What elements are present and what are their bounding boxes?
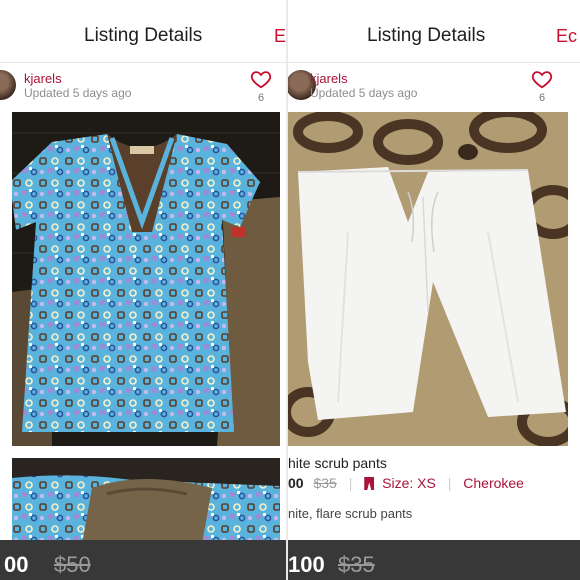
- nav-bar: Listing Details Ec: [288, 10, 580, 63]
- listing-description: nite, flare scrub pants: [288, 506, 413, 521]
- original-price: $50: [54, 552, 91, 577]
- brand-link[interactable]: Cherokee: [463, 475, 524, 491]
- size-label[interactable]: Size: XS: [382, 475, 436, 491]
- updated-time: Updated 5 days ago: [24, 86, 132, 100]
- listing-photo-main[interactable]: [12, 112, 280, 446]
- price-bar: 00 $50: [0, 540, 286, 580]
- listing-price: 00: [288, 475, 304, 491]
- listing-price-row: 00 $35 | Size: XS | Cherokee: [288, 475, 524, 491]
- listing-photo-thumbnail[interactable]: [12, 458, 280, 544]
- separator: |: [348, 475, 353, 491]
- seller-username[interactable]: kjarels: [310, 71, 348, 86]
- listing-price: 100: [288, 552, 325, 577]
- heart-icon[interactable]: [531, 68, 553, 95]
- right-listing-screen: Listing Details Ec kjarels Updated 5 day…: [288, 0, 580, 580]
- updated-time: Updated 5 days ago: [310, 86, 418, 100]
- separator: |: [447, 475, 452, 491]
- page-title: Listing Details: [84, 25, 203, 46]
- listing-title: hite scrub pants: [288, 455, 387, 471]
- avatar[interactable]: [0, 70, 16, 100]
- seller-row[interactable]: kjarels Updated 5 days ago 6: [288, 64, 580, 108]
- price-bar: 100 $35: [288, 540, 580, 580]
- like-count: 6: [539, 92, 546, 104]
- listing-photo-main[interactable]: [288, 112, 568, 446]
- like-count: 6: [258, 92, 265, 104]
- hanger-icon: [364, 477, 375, 490]
- listing-price: 00: [4, 552, 29, 577]
- edit-button[interactable]: Ec: [556, 26, 577, 47]
- seller-row[interactable]: kjarels Updated 5 days ago 6: [0, 64, 286, 108]
- original-price: $35: [338, 552, 375, 577]
- edit-button[interactable]: E: [274, 26, 286, 47]
- page-title: Listing Details: [367, 25, 486, 46]
- left-listing-screen: Listing Details E kjarels Updated 5 days…: [0, 0, 286, 580]
- heart-icon[interactable]: [250, 68, 272, 95]
- seller-username[interactable]: kjarels: [24, 71, 62, 86]
- nav-bar: Listing Details E: [0, 10, 286, 63]
- original-price: $35: [313, 475, 337, 491]
